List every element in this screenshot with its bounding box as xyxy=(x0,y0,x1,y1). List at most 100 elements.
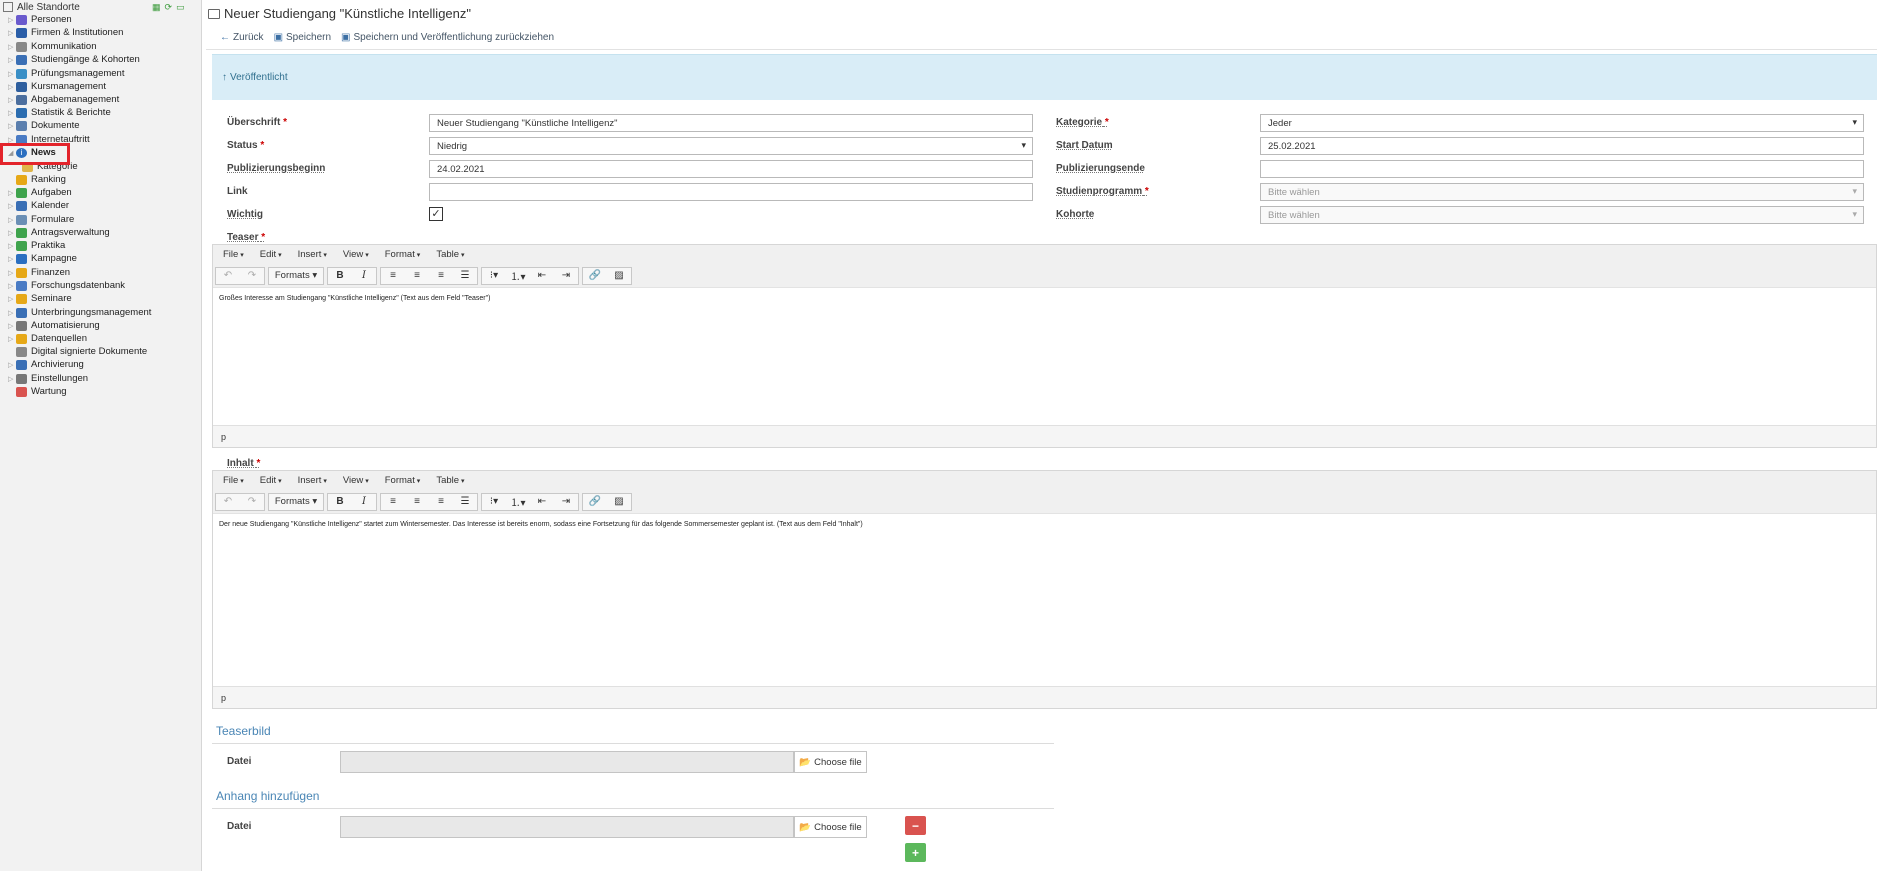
sidebar-item-archivierung[interactable]: ▷ Archivierung xyxy=(8,358,84,371)
align-left-icon[interactable]: ≡ xyxy=(381,494,405,510)
expand-arrow-icon[interactable]: ▷ xyxy=(8,361,16,369)
italic-icon[interactable]: I xyxy=(352,494,376,510)
image-icon[interactable]: ▨ xyxy=(607,268,631,284)
sidebar-item-formulare[interactable]: ▷ Formulare xyxy=(8,213,74,226)
kohorte-select[interactable]: Bitte wählen xyxy=(1260,206,1864,224)
status-banner-toggle[interactable]: ↑ Veröffentlicht xyxy=(222,72,288,83)
sidebar-item-dokumente[interactable]: ▷ Dokumente xyxy=(8,119,80,132)
formats-dropdown[interactable]: Formats ▾ xyxy=(269,268,323,284)
align-center-icon[interactable]: ≡ xyxy=(405,268,429,284)
expand-arrow-icon[interactable]: ▷ xyxy=(8,56,16,64)
start-datum-input[interactable]: 25.02.2021 xyxy=(1260,137,1864,155)
sidebar-item-kommunikation[interactable]: ▷ Kommunikation xyxy=(8,40,96,53)
image-icon[interactable]: ▨ xyxy=(607,494,631,510)
expand-arrow-icon[interactable]: ▷ xyxy=(8,242,16,250)
undo-icon[interactable]: ↶ xyxy=(216,494,240,510)
expand-arrow-icon[interactable]: ▷ xyxy=(8,255,16,263)
align-right-icon[interactable]: ≡ xyxy=(429,268,453,284)
save-button[interactable]: ▣ Speichern xyxy=(274,32,331,43)
sidebar-item-forschungsdatenbank[interactable]: ▷ Forschungsdatenbank xyxy=(8,279,125,292)
menu-edit[interactable]: Edit xyxy=(260,249,282,260)
sidebar-item-kampagne[interactable]: ▷ Kampagne xyxy=(8,252,77,265)
align-justify-icon[interactable]: ☰ xyxy=(453,494,477,510)
inhalt-content[interactable]: Der neue Studiengang "Künstliche Intelli… xyxy=(213,514,1876,535)
menu-insert[interactable]: Insert xyxy=(298,249,327,260)
align-justify-icon[interactable]: ☰ xyxy=(453,268,477,284)
italic-icon[interactable]: I xyxy=(352,268,376,284)
expand-arrow-icon[interactable]: ▷ xyxy=(8,96,16,104)
menu-table[interactable]: Table xyxy=(436,249,464,260)
sidebar-item-ranking[interactable]: Ranking xyxy=(16,173,66,186)
publizierungsbeginn-input[interactable]: 24.02.2021 xyxy=(429,160,1033,178)
sidebar-item-unterbringungsmanagement[interactable]: ▷ Unterbringungsmanagement xyxy=(8,306,151,319)
align-center-icon[interactable]: ≡ xyxy=(405,494,429,510)
studienprogramm-select[interactable]: Bitte wählen xyxy=(1260,183,1864,201)
sidebar-item-praktika[interactable]: ▷ Praktika xyxy=(8,239,65,252)
expand-arrow-icon[interactable]: ▷ xyxy=(8,202,16,210)
sidebar-item-automatisierung[interactable]: ▷ Automatisierung xyxy=(8,319,100,332)
expand-arrow-icon[interactable]: ▷ xyxy=(8,295,16,303)
anhang-choose-file-button[interactable]: 📂 Choose file xyxy=(794,816,867,838)
ueberschrift-input[interactable]: Neuer Studiengang "Künstliche Intelligen… xyxy=(429,114,1033,132)
sidebar-item-finanzen[interactable]: ▷ Finanzen xyxy=(8,266,70,279)
link-icon[interactable]: 🔗 xyxy=(583,268,607,284)
menu-edit[interactable]: Edit xyxy=(260,475,282,486)
publizierungsende-input[interactable] xyxy=(1260,160,1864,178)
numbered-list-icon[interactable]: ⒈▾ xyxy=(506,494,530,510)
menu-insert[interactable]: Insert xyxy=(298,475,327,486)
menu-view[interactable]: View xyxy=(343,475,369,486)
indent-icon[interactable]: ⇥ xyxy=(554,268,578,284)
undo-icon[interactable]: ↶ xyxy=(216,268,240,284)
bold-icon[interactable]: B xyxy=(328,268,352,284)
sidebar-item-kalender[interactable]: ▷ Kalender xyxy=(8,199,69,212)
sidebar-item-digital-signierte-dokumente[interactable]: Digital signierte Dokumente xyxy=(16,345,147,358)
add-attachment-button[interactable]: + xyxy=(905,843,926,862)
expand-all-icon[interactable]: ▦ xyxy=(152,3,161,12)
anhang-file-path[interactable] xyxy=(340,816,794,838)
sidebar-item-prüfungsmanagement[interactable]: ▷ Prüfungsmanagement xyxy=(8,67,124,80)
expand-arrow-icon[interactable]: ▷ xyxy=(8,322,16,330)
expand-arrow-icon[interactable]: ▷ xyxy=(8,29,16,37)
bullet-list-icon[interactable]: ⁝▾ xyxy=(482,494,506,510)
sidebar-item-statistik-berichte[interactable]: ▷ Statistik & Berichte xyxy=(8,106,111,119)
expand-arrow-icon[interactable]: ▷ xyxy=(8,122,16,130)
expand-arrow-icon[interactable]: ▷ xyxy=(8,109,16,117)
teaser-content[interactable]: Großes Interesse am Studiengang "Künstli… xyxy=(213,288,1876,309)
back-button[interactable]: ← Zurück xyxy=(220,32,264,43)
indent-icon[interactable]: ⇥ xyxy=(554,494,578,510)
menu-view[interactable]: View xyxy=(343,249,369,260)
sidebar-item-aufgaben[interactable]: ▷ Aufgaben xyxy=(8,186,72,199)
menu-format[interactable]: Format xyxy=(385,249,421,260)
bold-icon[interactable]: B xyxy=(328,494,352,510)
expand-arrow-icon[interactable]: ▷ xyxy=(8,309,16,317)
outdent-icon[interactable]: ⇤ xyxy=(530,494,554,510)
expand-arrow-icon[interactable]: ▷ xyxy=(8,335,16,343)
sidebar-item-abgabemanagement[interactable]: ▷ Abgabemanagement xyxy=(8,93,119,106)
tree-root[interactable]: Alle Standorte xyxy=(3,1,80,13)
expand-arrow-icon[interactable]: ▷ xyxy=(8,375,16,383)
sidebar-item-studiengänge-kohorten[interactable]: ▷ Studiengänge & Kohorten xyxy=(8,53,140,66)
expand-arrow-icon[interactable]: ▷ xyxy=(8,229,16,237)
sidebar-item-wartung[interactable]: Wartung xyxy=(16,385,67,398)
sidebar-item-datenquellen[interactable]: ▷ Datenquellen xyxy=(8,332,87,345)
remove-attachment-button[interactable]: − xyxy=(905,816,926,835)
sidebar-item-seminare[interactable]: ▷ Seminare xyxy=(8,292,72,305)
align-left-icon[interactable]: ≡ xyxy=(381,268,405,284)
link-icon[interactable]: 🔗 xyxy=(583,494,607,510)
save-unpublish-button[interactable]: ▣ Speichern und Veröffentlichung zurückz… xyxy=(341,32,554,43)
menu-format[interactable]: Format xyxy=(385,475,421,486)
expand-arrow-icon[interactable]: ▷ xyxy=(8,282,16,290)
sidebar-item-personen[interactable]: ▷ Personen xyxy=(8,13,72,26)
expand-arrow-icon[interactable]: ▷ xyxy=(8,216,16,224)
sidebar-item-antragsverwaltung[interactable]: ▷ Antragsverwaltung xyxy=(8,226,110,239)
menu-table[interactable]: Table xyxy=(436,475,464,486)
numbered-list-icon[interactable]: ⒈▾ xyxy=(506,268,530,284)
refresh-icon[interactable]: ⟳ xyxy=(165,3,173,12)
teaserbild-choose-file-button[interactable]: 📂 Choose file xyxy=(794,751,867,773)
formats-dropdown[interactable]: Formats ▾ xyxy=(269,494,323,510)
redo-icon[interactable]: ↷ xyxy=(240,494,264,510)
expand-arrow-icon[interactable]: ▷ xyxy=(8,16,16,24)
bullet-list-icon[interactable]: ⁝▾ xyxy=(482,268,506,284)
expand-arrow-icon[interactable]: ▷ xyxy=(8,70,16,78)
kategorie-select[interactable]: Jeder xyxy=(1260,114,1864,132)
